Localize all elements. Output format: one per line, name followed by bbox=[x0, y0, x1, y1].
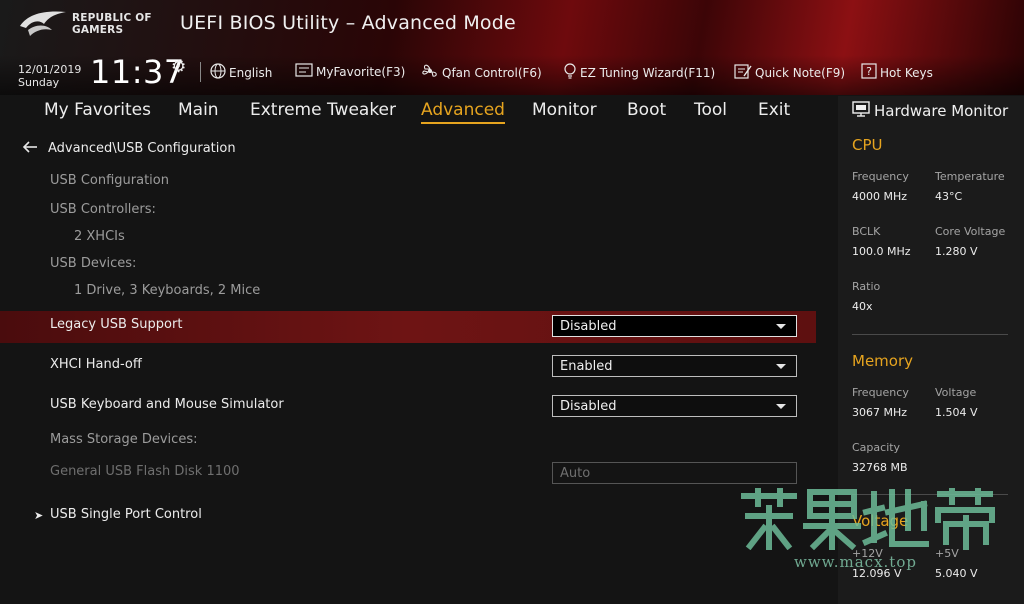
usb-controllers-label: USB Controllers: bbox=[50, 202, 156, 217]
tab-exit[interactable]: Exit bbox=[758, 100, 790, 120]
hardware-monitor-title: Hardware Monitor bbox=[852, 101, 1008, 121]
section-title: USB Configuration bbox=[50, 173, 169, 188]
breadcrumb[interactable]: Advanced\USB Configuration bbox=[22, 139, 236, 158]
rog-eye-icon bbox=[20, 11, 66, 36]
quick-note-button[interactable]: Quick Note(F9) bbox=[734, 63, 845, 83]
usb-kb-mouse-simulator-select[interactable]: Disabled bbox=[552, 395, 797, 417]
toolbar-divider bbox=[200, 62, 201, 82]
globe-icon bbox=[210, 63, 226, 83]
main-nav: My Favorites Main Extreme Tweaker Advanc… bbox=[0, 96, 840, 128]
cpu-frequency-value: 4000 MHz bbox=[852, 190, 908, 203]
xhci-handoff-select[interactable]: Enabled bbox=[552, 355, 797, 377]
tab-boot[interactable]: Boot bbox=[627, 100, 666, 120]
watermark-url: www.macx.top bbox=[794, 553, 917, 571]
memory-frequency-label: Frequency bbox=[852, 386, 909, 399]
usb-controllers-value: 2 XHCIs bbox=[74, 229, 125, 244]
breadcrumb-path: Advanced\USB Configuration bbox=[48, 141, 236, 156]
date-text: 12/01/2019 bbox=[18, 63, 82, 76]
xhci-handoff-label: XHCI Hand-off bbox=[50, 357, 142, 372]
svg-text:?: ? bbox=[866, 65, 872, 78]
chevron-down-icon bbox=[776, 404, 786, 409]
ratio-value: 40x bbox=[852, 300, 873, 313]
tab-advanced[interactable]: Advanced bbox=[421, 100, 505, 124]
usb-kb-mouse-simulator-value: Disabled bbox=[560, 398, 617, 414]
hot-keys-label: Hot Keys bbox=[880, 66, 933, 80]
tab-extreme-tweaker[interactable]: Extreme Tweaker bbox=[250, 100, 396, 120]
qfan-button[interactable]: Qfan Control(F6) bbox=[421, 63, 542, 83]
favorite-icon bbox=[295, 63, 313, 81]
usb-devices-value: 1 Drive, 3 Keyboards, 2 Mice bbox=[74, 283, 261, 298]
flash-disk-label: General USB Flash Disk 1100 bbox=[50, 464, 240, 479]
fan-icon bbox=[421, 63, 439, 83]
memory-frequency-value: 3067 MHz bbox=[852, 406, 908, 419]
weekday-text: Sunday bbox=[18, 76, 60, 89]
cpu-temperature-label: Temperature bbox=[935, 170, 1005, 183]
memory-voltage-label: Voltage bbox=[935, 386, 977, 399]
language-label: English bbox=[229, 66, 273, 80]
chevron-down-icon bbox=[776, 364, 786, 369]
tab-monitor[interactable]: Monitor bbox=[532, 100, 597, 120]
myfavorite-label: MyFavorite(F3) bbox=[316, 65, 406, 79]
v5-value: 5.040 V bbox=[935, 567, 978, 580]
flash-disk-value: Auto bbox=[560, 465, 591, 481]
core-voltage-label: Core Voltage bbox=[935, 225, 1006, 238]
watermark-logo bbox=[741, 488, 995, 550]
memory-capacity-value: 32768 MB bbox=[852, 461, 908, 474]
date-display: 12/01/2019 Sunday bbox=[18, 63, 81, 89]
usb-kb-mouse-simulator-label: USB Keyboard and Mouse Simulator bbox=[50, 397, 284, 412]
memory-capacity-label: Capacity bbox=[852, 441, 901, 454]
note-icon bbox=[734, 63, 752, 83]
ez-tuning-label: EZ Tuning Wizard(F11) bbox=[580, 66, 716, 80]
legacy-usb-support-select[interactable]: Disabled bbox=[552, 315, 797, 337]
usb-devices-label: USB Devices: bbox=[50, 256, 137, 271]
question-icon: ? bbox=[861, 63, 877, 83]
legacy-usb-support-value: Disabled bbox=[560, 318, 617, 334]
hot-keys-button[interactable]: ? Hot Keys bbox=[861, 63, 933, 83]
memory-section-title: Memory bbox=[852, 352, 914, 370]
back-arrow-icon[interactable] bbox=[22, 139, 38, 158]
memory-voltage-value: 1.504 V bbox=[935, 406, 978, 419]
logo-text: REPUBLIC OF GAMERS bbox=[72, 12, 152, 36]
app-title: UEFI BIOS Utility – Advanced Mode bbox=[180, 12, 516, 34]
tab-my-favorites[interactable]: My Favorites bbox=[44, 100, 151, 120]
bclk-value: 100.0 MHz bbox=[852, 245, 911, 258]
submenu-arrow-icon: ➤ bbox=[34, 509, 44, 522]
tab-tool[interactable]: Tool bbox=[694, 100, 727, 120]
gear-icon[interactable]: ⚙ bbox=[171, 57, 186, 77]
rog-logo: REPUBLIC OF GAMERS bbox=[18, 8, 168, 40]
cpu-temperature-value: 43°C bbox=[935, 190, 963, 203]
flash-disk-select: Auto bbox=[552, 462, 797, 484]
xhci-handoff-value: Enabled bbox=[560, 358, 613, 374]
qfan-label: Qfan Control(F6) bbox=[442, 66, 542, 80]
legacy-usb-support-label: Legacy USB Support bbox=[50, 317, 183, 332]
usb-single-port-control-link[interactable]: USB Single Port Control bbox=[50, 507, 202, 522]
bclk-label: BCLK bbox=[852, 225, 881, 238]
chevron-down-icon bbox=[776, 324, 786, 329]
bulb-icon bbox=[563, 63, 577, 83]
mass-storage-label: Mass Storage Devices: bbox=[50, 432, 198, 447]
cpu-frequency-label: Frequency bbox=[852, 170, 909, 183]
tab-main[interactable]: Main bbox=[178, 100, 219, 120]
monitor-icon bbox=[852, 101, 870, 121]
myfavorite-button[interactable]: MyFavorite(F3) bbox=[295, 63, 405, 81]
language-button[interactable]: English bbox=[210, 63, 272, 83]
quick-note-label: Quick Note(F9) bbox=[755, 66, 846, 80]
ratio-label: Ratio bbox=[852, 280, 881, 293]
core-voltage-value: 1.280 V bbox=[935, 245, 978, 258]
hardware-monitor-title-text: Hardware Monitor bbox=[874, 102, 1009, 120]
cpu-section-title: CPU bbox=[852, 136, 883, 154]
section-divider bbox=[852, 334, 1008, 335]
ez-tuning-button[interactable]: EZ Tuning Wizard(F11) bbox=[563, 63, 715, 83]
